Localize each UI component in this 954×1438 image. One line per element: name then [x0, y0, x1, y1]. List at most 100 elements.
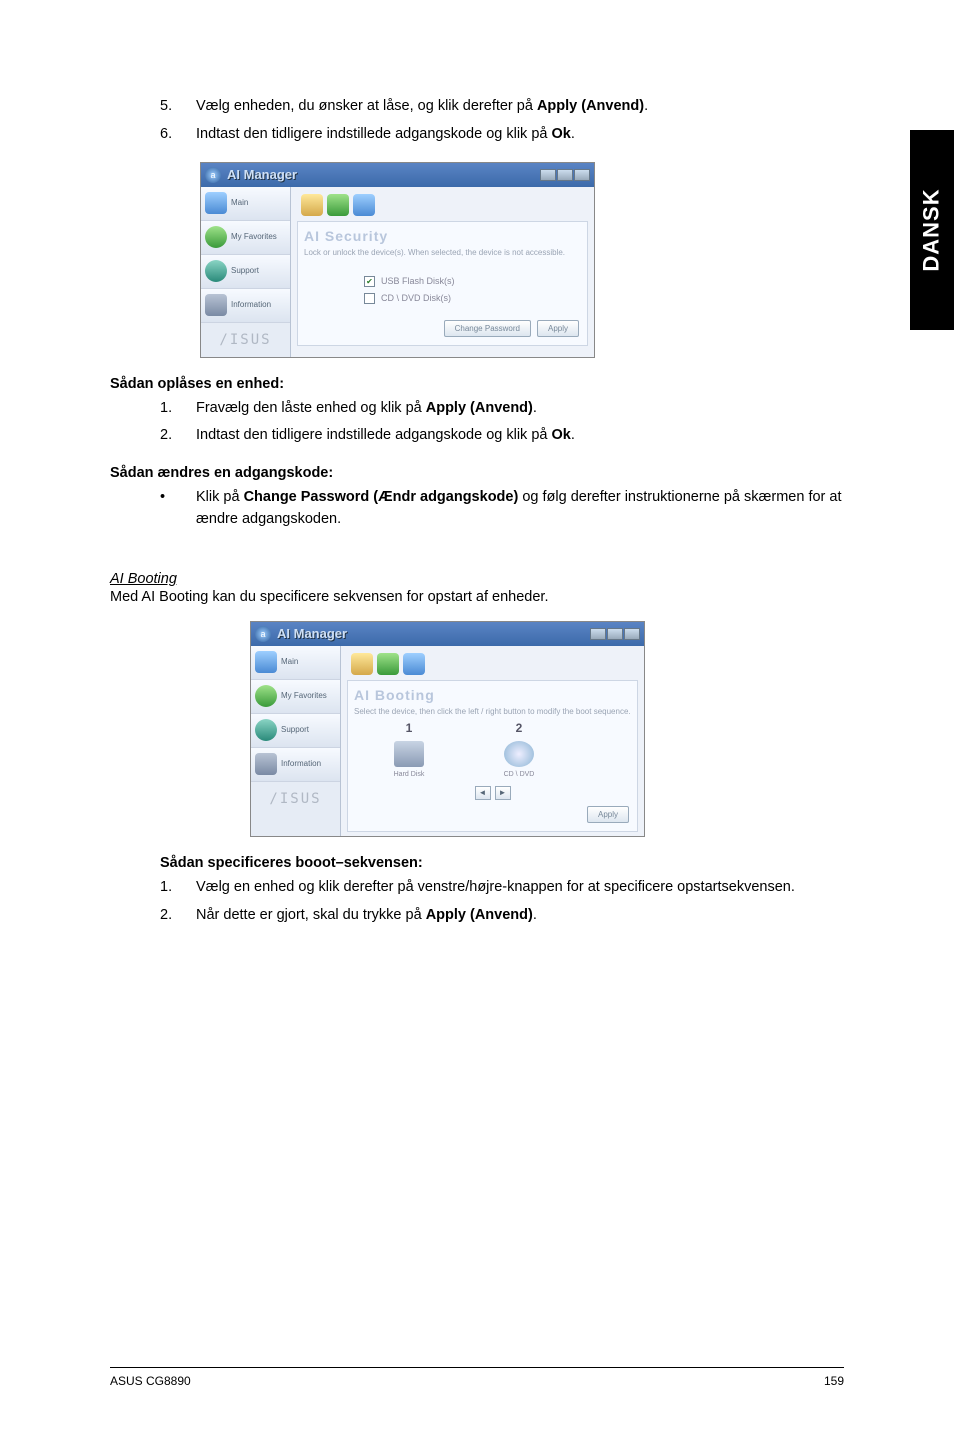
step-text: Indtast den tidligere indstillede adgang… — [196, 124, 844, 146]
support-icon — [255, 719, 277, 741]
window-titlebar: a AI Manager — [251, 622, 644, 646]
sidebar-item-support[interactable]: Support — [251, 714, 340, 748]
checkbox-usb[interactable]: ✔ — [364, 276, 375, 287]
move-right-button[interactable]: ► — [495, 786, 511, 800]
main-icon — [205, 192, 227, 214]
option-cddvd-label: CD \ DVD Disk(s) — [381, 293, 451, 303]
toolbar-icon-2[interactable] — [327, 194, 349, 216]
toolbar — [297, 191, 588, 219]
unlock-step-1: 1. Fravælg den låste enhed og klik på Ap… — [160, 398, 844, 420]
unlock-heading: Sådan oplåses en enhed: — [110, 376, 844, 392]
bullet: • — [160, 487, 196, 531]
window-title: AI Manager — [227, 167, 297, 182]
sidebar-item-main[interactable]: Main — [201, 187, 290, 221]
sidebar: Main My Favorites Support Information /I… — [201, 187, 291, 357]
spec-step-2: 2. Når dette er gjort, skal du trykke på… — [160, 905, 844, 927]
ai-booting-title: AI Booting — [110, 571, 844, 587]
page-footer: ASUS CG8890 159 — [110, 1367, 844, 1388]
brand-label: /ISUS — [251, 782, 340, 816]
close-button[interactable] — [574, 169, 590, 181]
step-5: 5. Vælg enheden, du ønsker at låse, og k… — [160, 96, 844, 118]
step-number: 1. — [160, 398, 196, 420]
sidebar-item-information[interactable]: Information — [251, 748, 340, 782]
spec-heading: Sådan specificeres booot–sekvensen: — [160, 855, 844, 871]
step-6: 6. Indtast den tidligere indstillede adg… — [160, 124, 844, 146]
unlock-step-2: 2. Indtast den tidligere indstillede adg… — [160, 425, 844, 447]
boot-device-1[interactable]: 1 Hard Disk — [374, 721, 444, 778]
boot-device-2[interactable]: 2 CD \ DVD — [484, 721, 554, 778]
sidebar-item-support[interactable]: Support — [201, 255, 290, 289]
ai-booting-screenshot: a AI Manager Main My Favorites — [250, 621, 645, 837]
sidebar-item-favorites[interactable]: My Favorites — [201, 221, 290, 255]
language-tab-label: DANSK — [919, 188, 945, 271]
panel-description: Lock or unlock the device(s). When selec… — [304, 248, 581, 258]
footer-page-number: 159 — [824, 1374, 844, 1388]
toolbar-icon-3[interactable] — [353, 194, 375, 216]
information-icon — [255, 753, 277, 775]
minimize-button[interactable] — [540, 169, 556, 181]
app-logo-icon: a — [205, 167, 221, 183]
option-usb-label: USB Flash Disk(s) — [381, 276, 455, 286]
change-password-list: • Klik på Change Password (Ændr adgangsk… — [110, 487, 844, 531]
support-icon — [205, 260, 227, 282]
apply-button[interactable]: Apply — [587, 806, 629, 823]
change-password-bullet: • Klik på Change Password (Ændr adgangsk… — [160, 487, 844, 531]
boot-order-2: 2 — [484, 721, 554, 735]
footer-product: ASUS CG8890 — [110, 1374, 191, 1388]
toolbar-icon-1[interactable] — [351, 653, 373, 675]
information-icon — [205, 294, 227, 316]
ai-security-screenshot: a AI Manager Main My Favorites — [200, 162, 595, 358]
main-icon — [255, 651, 277, 673]
panel-title: AI Booting — [354, 687, 631, 703]
spec-step-1: 1. Vælg en enhed og klik derefter på ven… — [160, 877, 844, 899]
toolbar-icon-1[interactable] — [301, 194, 323, 216]
panel-title: AI Security — [304, 228, 581, 244]
boot-order-1: 1 — [374, 721, 444, 735]
window-title: AI Manager — [277, 626, 347, 641]
sidebar-item-favorites[interactable]: My Favorites — [251, 680, 340, 714]
minimize-button[interactable] — [590, 628, 606, 640]
window-titlebar: a AI Manager — [201, 163, 594, 187]
brand-label: /ISUS — [201, 323, 290, 357]
main-panel: AI Security Lock or unlock the device(s)… — [291, 187, 594, 357]
favorites-icon — [255, 685, 277, 707]
close-button[interactable] — [624, 628, 640, 640]
option-usb[interactable]: ✔ USB Flash Disk(s) — [364, 276, 581, 287]
step-text: Vælg enheden, du ønsker at låse, og klik… — [196, 96, 844, 118]
sidebar: Main My Favorites Support Information /I… — [251, 646, 341, 836]
step-text: Indtast den tidligere indstillede adgang… — [196, 425, 844, 447]
hard-disk-icon — [394, 741, 424, 767]
language-tab: DANSK — [910, 130, 954, 330]
favorites-icon — [205, 226, 227, 248]
ai-booting-description: Med AI Booting kan du specificere sekven… — [110, 589, 844, 605]
step-number: 6. — [160, 124, 196, 146]
step-text: Vælg en enhed og klik derefter på venstr… — [196, 877, 844, 899]
spec-step-list: 1. Vælg en enhed og klik derefter på ven… — [110, 877, 844, 927]
change-password-heading: Sådan ændres en adgangskode: — [110, 465, 844, 481]
move-left-button[interactable]: ◄ — [475, 786, 491, 800]
toolbar-icon-2[interactable] — [377, 653, 399, 675]
option-cddvd[interactable]: CD \ DVD Disk(s) — [364, 293, 581, 304]
maximize-button[interactable] — [607, 628, 623, 640]
app-logo-icon: a — [255, 626, 271, 642]
toolbar — [347, 650, 638, 678]
top-step-list: 5. Vælg enheden, du ønsker at låse, og k… — [110, 96, 844, 146]
cd-dvd-icon — [504, 741, 534, 767]
maximize-button[interactable] — [557, 169, 573, 181]
step-text: Når dette er gjort, skal du trykke på Ap… — [196, 905, 844, 927]
checkbox-cddvd[interactable] — [364, 293, 375, 304]
boot-device-2-label: CD \ DVD — [484, 771, 554, 778]
window-controls — [540, 169, 590, 181]
toolbar-icon-3[interactable] — [403, 653, 425, 675]
sidebar-item-information[interactable]: Information — [201, 289, 290, 323]
panel-description: Select the device, then click the left /… — [354, 707, 631, 717]
window-controls — [590, 628, 640, 640]
bullet-text: Klik på Change Password (Ændr adgangskod… — [196, 487, 844, 531]
unlock-step-list: 1. Fravælg den låste enhed og klik på Ap… — [110, 398, 844, 448]
apply-button[interactable]: Apply — [537, 320, 579, 337]
change-password-button[interactable]: Change Password — [444, 320, 531, 337]
step-number: 5. — [160, 96, 196, 118]
boot-device-1-label: Hard Disk — [374, 771, 444, 778]
sidebar-item-main[interactable]: Main — [251, 646, 340, 680]
step-text: Fravælg den låste enhed og klik på Apply… — [196, 398, 844, 420]
